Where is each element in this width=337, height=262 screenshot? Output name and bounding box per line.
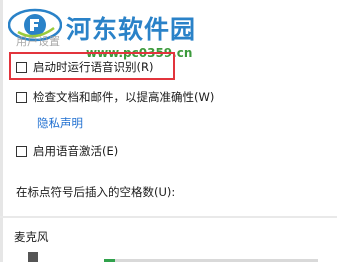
window-edge — [0, 0, 3, 262]
voice-activation-checkbox[interactable] — [16, 145, 27, 157]
startup-label: 启动时运行语音识别(R) — [33, 60, 154, 74]
privacy-link[interactable]: 隐私声明 — [37, 115, 83, 131]
watermark-title: 河东软件园 — [66, 15, 197, 44]
review-docs-checkbox[interactable] — [16, 91, 27, 103]
startup-checkbox[interactable] — [16, 61, 27, 73]
review-docs-label: 检查文档和邮件，以提高准确性(W) — [33, 90, 215, 104]
spacing-label: 在标点符号后插入的空格数(U): — [16, 185, 176, 199]
startup-option[interactable]: 启动时运行语音识别(R) — [16, 59, 153, 75]
section-divider — [0, 216, 337, 218]
microphone-icon — [28, 252, 38, 262]
group-label: 用户设置 — [16, 35, 60, 48]
speech-options-panel: 河东软件园 www.pc0359.cn 用户设置 启动时运行语音识别(R) 检查… — [0, 0, 337, 262]
review-docs-option[interactable]: 检查文档和邮件，以提高准确性(W) — [16, 89, 214, 105]
voice-activation-option[interactable]: 启用语音激活(E) — [16, 143, 118, 159]
microphone-header: 麦克风 — [14, 230, 49, 244]
voice-activation-label: 启用语音激活(E) — [33, 144, 119, 158]
